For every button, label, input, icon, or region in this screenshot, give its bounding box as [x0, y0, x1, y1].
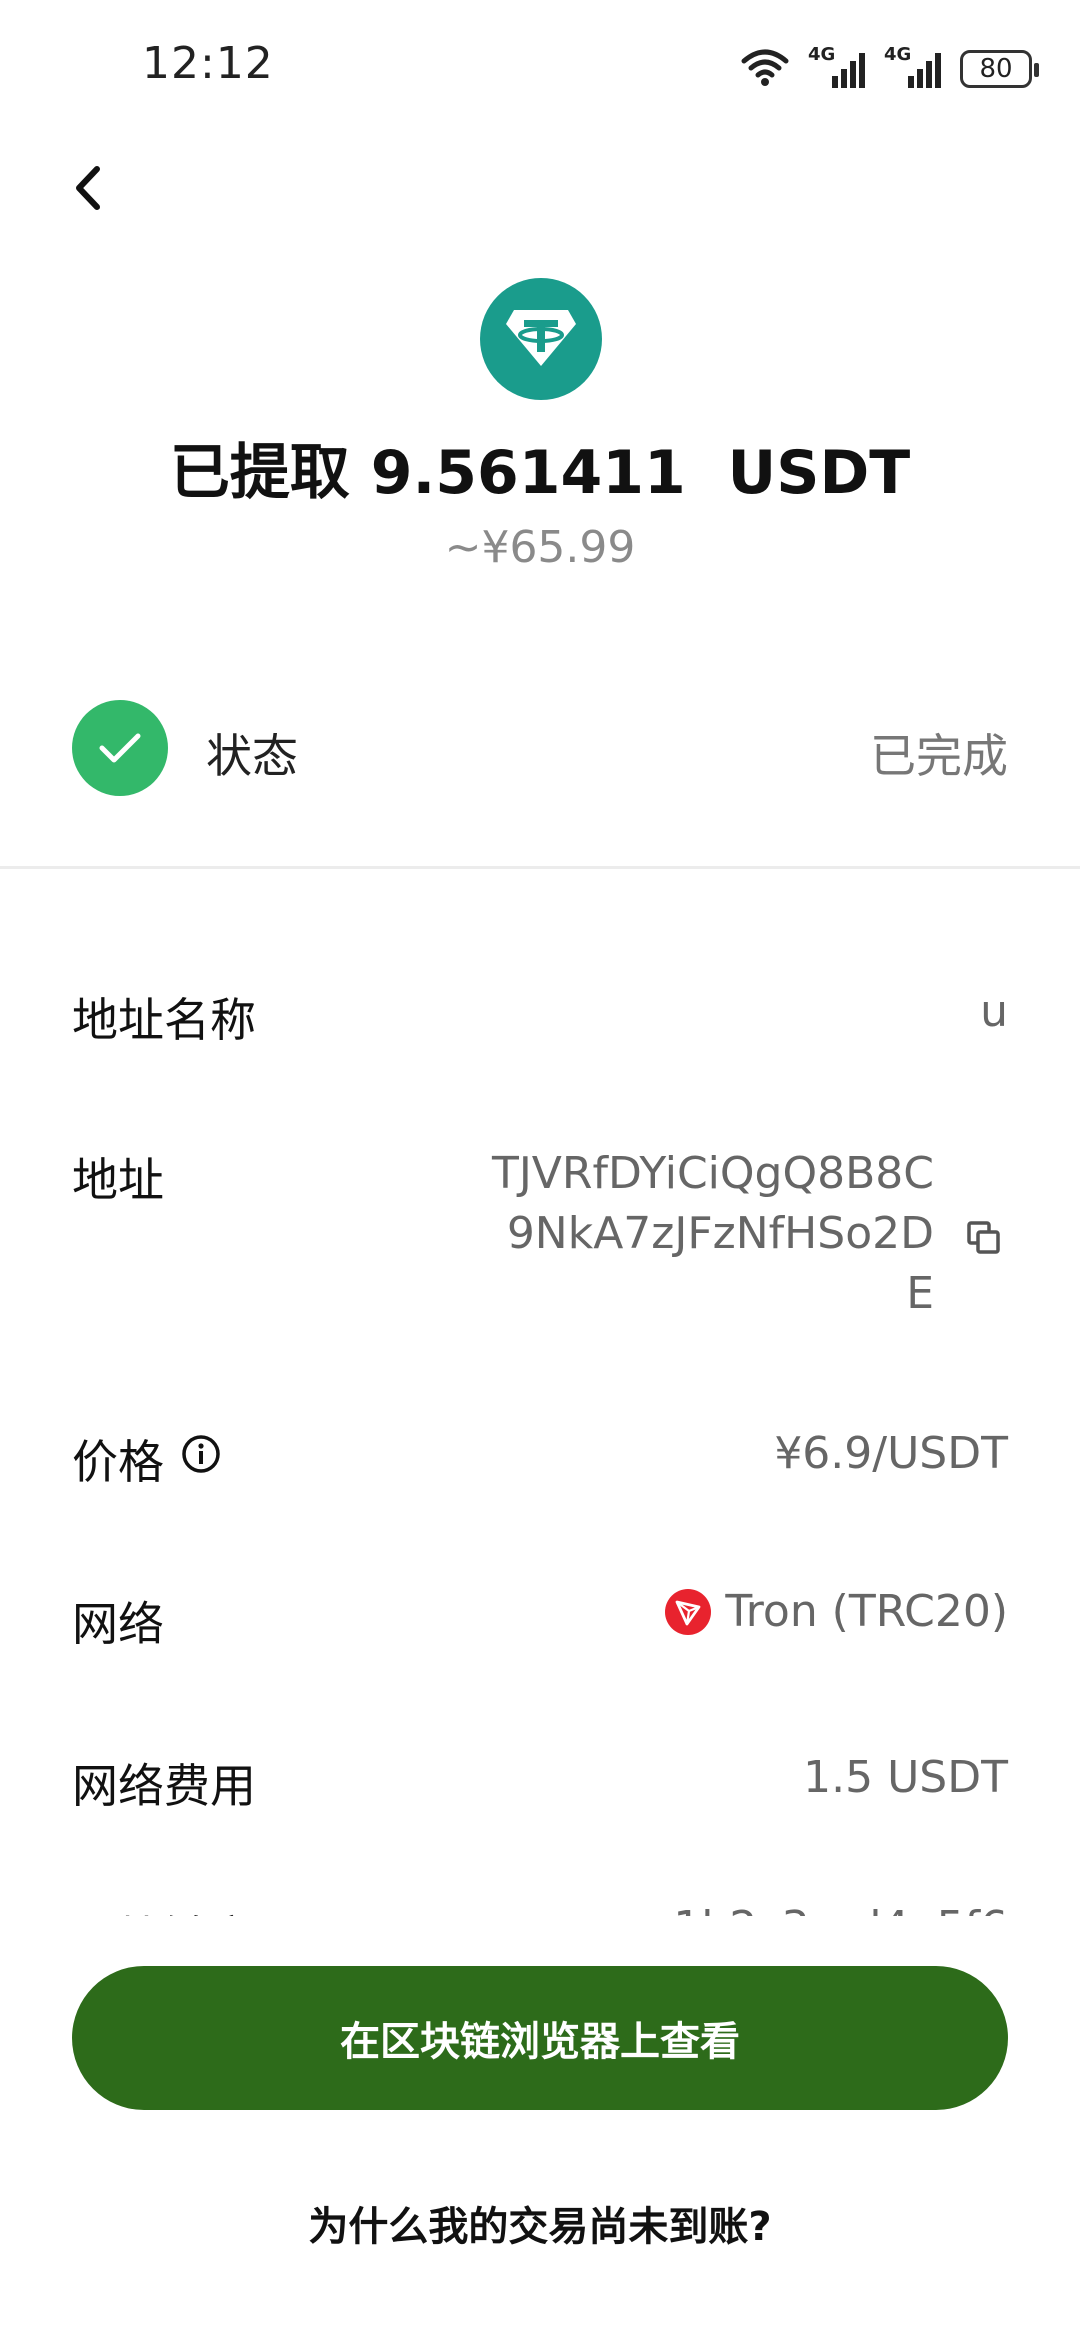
network-value: Tron (TRC20) — [725, 1586, 1008, 1637]
address-label: 地址 — [72, 1153, 164, 1207]
section-divider — [0, 866, 1080, 869]
view-on-explorer-button[interactable]: 在区块链浏览器上查看 — [72, 1966, 1008, 2110]
network-fee-label: 网络费用 — [72, 1759, 256, 1813]
price-label: 价格 — [72, 1435, 164, 1489]
status-label: 状态 — [206, 729, 298, 783]
info-icon[interactable] — [180, 1432, 222, 1486]
address-line-2: 9NkA7zJFzNfHSo2D — [506, 1208, 934, 1259]
usdt-tether-icon — [480, 278, 602, 400]
chevron-left-icon — [76, 166, 100, 210]
address-line-3: E — [906, 1268, 934, 1319]
copy-icon[interactable] — [960, 1214, 1008, 1262]
back-button[interactable] — [58, 158, 118, 218]
address-name-value: u — [980, 986, 1008, 1037]
battery-icon: 80 — [960, 50, 1039, 88]
status-icons: 4G 4G 80 — [740, 44, 1039, 94]
network-value-group: Tron (TRC20) — [665, 1586, 1008, 1637]
tron-icon — [665, 1588, 712, 1635]
price-value: ¥6.9/USDT — [774, 1428, 1008, 1479]
wifi-icon — [740, 47, 790, 91]
status-bar: 12:12 4G 4G 80 — [0, 0, 1080, 140]
status-row: 状态 已完成 — [72, 700, 1008, 796]
fiat-value: ~¥65.99 — [444, 522, 636, 573]
status-value: 已完成 — [870, 729, 1008, 783]
screen: 12:12 4G 4G 80 已提取 9.561411 USDT ~¥65.99… — [0, 0, 1080, 2340]
battery-level: 80 — [979, 54, 1013, 84]
help-link[interactable]: 为什么我的交易尚未到账? — [0, 2194, 1080, 2252]
signal-4g-icon-1: 4G — [808, 46, 866, 92]
address-name-label: 地址名称 — [72, 993, 256, 1047]
withdraw-amount-title: 已提取 9.561411 USDT — [169, 438, 911, 508]
signal-4g-icon-2: 4G — [884, 46, 942, 92]
status-time: 12:12 — [142, 38, 274, 89]
network-label: 网络 — [72, 1597, 164, 1651]
address-value: TJVRfDYiCiQgQ8B8C 9NkA7zJFzNfHSo2D E — [464, 1144, 934, 1324]
address-line-1: TJVRfDYiCiQgQ8B8C — [491, 1148, 934, 1199]
check-circle-icon — [72, 700, 168, 796]
network-fee-value: 1.5 USDT — [803, 1752, 1008, 1803]
price-label-group: 价格 — [72, 1426, 222, 1492]
